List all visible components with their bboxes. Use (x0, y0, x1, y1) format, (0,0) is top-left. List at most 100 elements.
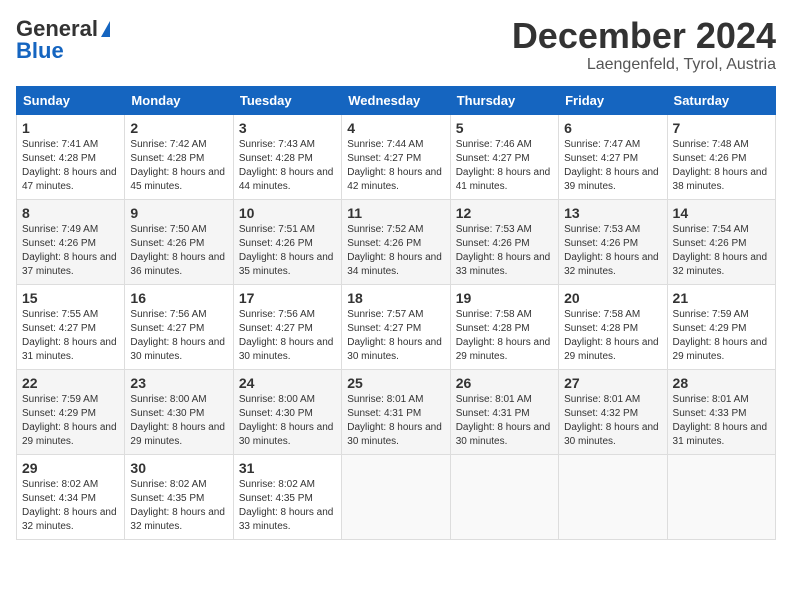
day-info: Sunrise: 7:42 AMSunset: 4:28 PMDaylight:… (130, 138, 227, 194)
day-info: Sunrise: 7:49 AMSunset: 4:26 PMDaylight:… (22, 223, 119, 279)
day-number: 13 (564, 205, 661, 221)
calendar-cell: 30 Sunrise: 8:02 AMSunset: 4:35 PMDayligh… (125, 454, 233, 539)
day-number: 26 (456, 375, 553, 391)
calendar-table: SundayMondayTuesdayWednesdayThursdayFrid… (16, 86, 776, 540)
weekday-header-sunday: Sunday (17, 86, 125, 114)
day-number: 9 (130, 205, 227, 221)
day-number: 22 (22, 375, 119, 391)
logo: General Blue (16, 16, 110, 64)
day-number: 30 (130, 460, 227, 476)
calendar-week-1: 1 Sunrise: 7:41 AMSunset: 4:28 PMDaylight… (17, 114, 776, 199)
day-info: Sunrise: 8:01 AMSunset: 4:31 PMDaylight:… (347, 393, 444, 449)
day-number: 20 (564, 290, 661, 306)
day-number: 14 (673, 205, 770, 221)
calendar-cell: 8 Sunrise: 7:49 AMSunset: 4:26 PMDaylight… (17, 199, 125, 284)
calendar-cell: 17 Sunrise: 7:56 AMSunset: 4:27 PMDayligh… (233, 284, 341, 369)
calendar-cell (450, 454, 558, 539)
day-info: Sunrise: 7:59 AMSunset: 4:29 PMDaylight:… (22, 393, 119, 449)
calendar-cell: 24Sunrise: 8:00 AMSunset: 4:30 PMDayligh… (233, 369, 341, 454)
calendar-cell: 29Sunrise: 8:02 AMSunset: 4:34 PMDayligh… (17, 454, 125, 539)
day-number: 3 (239, 120, 336, 136)
calendar-week-5: 29Sunrise: 8:02 AMSunset: 4:34 PMDayligh… (17, 454, 776, 539)
day-info: Sunrise: 7:56 AMSunset: 4:27 PMDaylight:… (239, 308, 336, 364)
calendar-cell: 27 Sunrise: 8:01 AMSunset: 4:32 PMDayligh… (559, 369, 667, 454)
calendar-cell: 28Sunrise: 8:01 AMSunset: 4:33 PMDayligh… (667, 369, 775, 454)
day-number: 1 (22, 120, 119, 136)
calendar-cell: 13 Sunrise: 7:53 AMSunset: 4:26 PMDayligh… (559, 199, 667, 284)
weekday-header-friday: Friday (559, 86, 667, 114)
calendar-cell: 7Sunrise: 7:48 AMSunset: 4:26 PMDaylight… (667, 114, 775, 199)
title-section: December 2024 Laengenfeld, Tyrol, Austri… (512, 16, 776, 74)
weekday-header-monday: Monday (125, 86, 233, 114)
day-info: Sunrise: 7:47 AMSunset: 4:27 PMDaylight:… (564, 138, 661, 194)
calendar-cell: 23 Sunrise: 8:00 AMSunset: 4:30 PMDayligh… (125, 369, 233, 454)
calendar-cell: 9 Sunrise: 7:50 AMSunset: 4:26 PMDaylight… (125, 199, 233, 284)
day-info: Sunrise: 7:56 AMSunset: 4:27 PMDaylight:… (130, 308, 227, 364)
calendar-week-2: 8 Sunrise: 7:49 AMSunset: 4:26 PMDaylight… (17, 199, 776, 284)
day-info: Sunrise: 7:44 AMSunset: 4:27 PMDaylight:… (347, 138, 444, 194)
logo-blue-text: Blue (16, 38, 64, 64)
day-info: Sunrise: 7:50 AMSunset: 4:26 PMDaylight:… (130, 223, 227, 279)
day-number: 11 (347, 205, 444, 221)
calendar-cell: 4Sunrise: 7:44 AMSunset: 4:27 PMDaylight… (342, 114, 450, 199)
calendar-cell: 12Sunrise: 7:53 AMSunset: 4:26 PMDayligh… (450, 199, 558, 284)
calendar-cell: 18Sunrise: 7:57 AMSunset: 4:27 PMDayligh… (342, 284, 450, 369)
calendar-cell: 31Sunrise: 8:02 AMSunset: 4:35 PMDayligh… (233, 454, 341, 539)
calendar-week-4: 22 Sunrise: 7:59 AMSunset: 4:29 PMDayligh… (17, 369, 776, 454)
day-info: Sunrise: 7:59 AMSunset: 4:29 PMDaylight:… (673, 308, 770, 364)
header: General Blue December 2024 Laengenfeld, … (16, 16, 776, 74)
day-info: Sunrise: 8:02 AMSunset: 4:34 PMDaylight:… (22, 478, 119, 534)
weekday-header-wednesday: Wednesday (342, 86, 450, 114)
calendar-cell (667, 454, 775, 539)
calendar-cell: 3 Sunrise: 7:43 AMSunset: 4:28 PMDaylight… (233, 114, 341, 199)
calendar-cell: 22 Sunrise: 7:59 AMSunset: 4:29 PMDayligh… (17, 369, 125, 454)
calendar-cell: 26 Sunrise: 8:01 AMSunset: 4:31 PMDayligh… (450, 369, 558, 454)
calendar-cell: 2Sunrise: 7:42 AMSunset: 4:28 PMDaylight… (125, 114, 233, 199)
weekday-header-tuesday: Tuesday (233, 86, 341, 114)
day-info: Sunrise: 7:57 AMSunset: 4:27 PMDaylight:… (347, 308, 444, 364)
calendar-cell: 15Sunrise: 7:55 AMSunset: 4:27 PMDayligh… (17, 284, 125, 369)
day-number: 8 (22, 205, 119, 221)
calendar-cell: 19 Sunrise: 7:58 AMSunset: 4:28 PMDayligh… (450, 284, 558, 369)
day-info: Sunrise: 8:01 AMSunset: 4:32 PMDaylight:… (564, 393, 661, 449)
calendar-cell: 10 Sunrise: 7:51 AMSunset: 4:26 PMDayligh… (233, 199, 341, 284)
day-info: Sunrise: 7:53 AMSunset: 4:26 PMDaylight:… (456, 223, 553, 279)
calendar-cell (559, 454, 667, 539)
calendar-cell: 14Sunrise: 7:54 AMSunset: 4:26 PMDayligh… (667, 199, 775, 284)
calendar-header-row: SundayMondayTuesdayWednesdayThursdayFrid… (17, 86, 776, 114)
month-title: December 2024 (512, 16, 776, 56)
day-info: Sunrise: 8:01 AMSunset: 4:33 PMDaylight:… (673, 393, 770, 449)
day-info: Sunrise: 8:01 AMSunset: 4:31 PMDaylight:… (456, 393, 553, 449)
day-number: 19 (456, 290, 553, 306)
calendar-cell (342, 454, 450, 539)
day-info: Sunrise: 7:41 AMSunset: 4:28 PMDaylight:… (22, 138, 119, 194)
calendar-body: 1 Sunrise: 7:41 AMSunset: 4:28 PMDaylight… (17, 114, 776, 539)
day-info: Sunrise: 7:51 AMSunset: 4:26 PMDaylight:… (239, 223, 336, 279)
day-number: 23 (130, 375, 227, 391)
day-info: Sunrise: 8:02 AMSunset: 4:35 PMDaylight:… (130, 478, 227, 534)
day-number: 16 (130, 290, 227, 306)
calendar-cell: 11Sunrise: 7:52 AMSunset: 4:26 PMDayligh… (342, 199, 450, 284)
day-number: 5 (456, 120, 553, 136)
calendar-cell: 16 Sunrise: 7:56 AMSunset: 4:27 PMDayligh… (125, 284, 233, 369)
day-number: 10 (239, 205, 336, 221)
day-info: Sunrise: 7:58 AMSunset: 4:28 PMDaylight:… (564, 308, 661, 364)
day-info: Sunrise: 7:43 AMSunset: 4:28 PMDaylight:… (239, 138, 336, 194)
calendar-cell: 25 Sunrise: 8:01 AMSunset: 4:31 PMDayligh… (342, 369, 450, 454)
day-info: Sunrise: 7:58 AMSunset: 4:28 PMDaylight:… (456, 308, 553, 364)
calendar-cell: 5Sunrise: 7:46 AMSunset: 4:27 PMDaylight… (450, 114, 558, 199)
day-number: 15 (22, 290, 119, 306)
day-info: Sunrise: 7:53 AMSunset: 4:26 PMDaylight:… (564, 223, 661, 279)
day-number: 21 (673, 290, 770, 306)
day-number: 25 (347, 375, 444, 391)
weekday-header-saturday: Saturday (667, 86, 775, 114)
calendar-week-3: 15Sunrise: 7:55 AMSunset: 4:27 PMDayligh… (17, 284, 776, 369)
day-info: Sunrise: 8:00 AMSunset: 4:30 PMDaylight:… (130, 393, 227, 449)
day-info: Sunrise: 8:00 AMSunset: 4:30 PMDaylight:… (239, 393, 336, 449)
calendar-cell: 21 Sunrise: 7:59 AMSunset: 4:29 PMDayligh… (667, 284, 775, 369)
day-number: 17 (239, 290, 336, 306)
weekday-header-thursday: Thursday (450, 86, 558, 114)
day-info: Sunrise: 8:02 AMSunset: 4:35 PMDaylight:… (239, 478, 336, 534)
day-number: 27 (564, 375, 661, 391)
calendar-cell: 6Sunrise: 7:47 AMSunset: 4:27 PMDaylight… (559, 114, 667, 199)
